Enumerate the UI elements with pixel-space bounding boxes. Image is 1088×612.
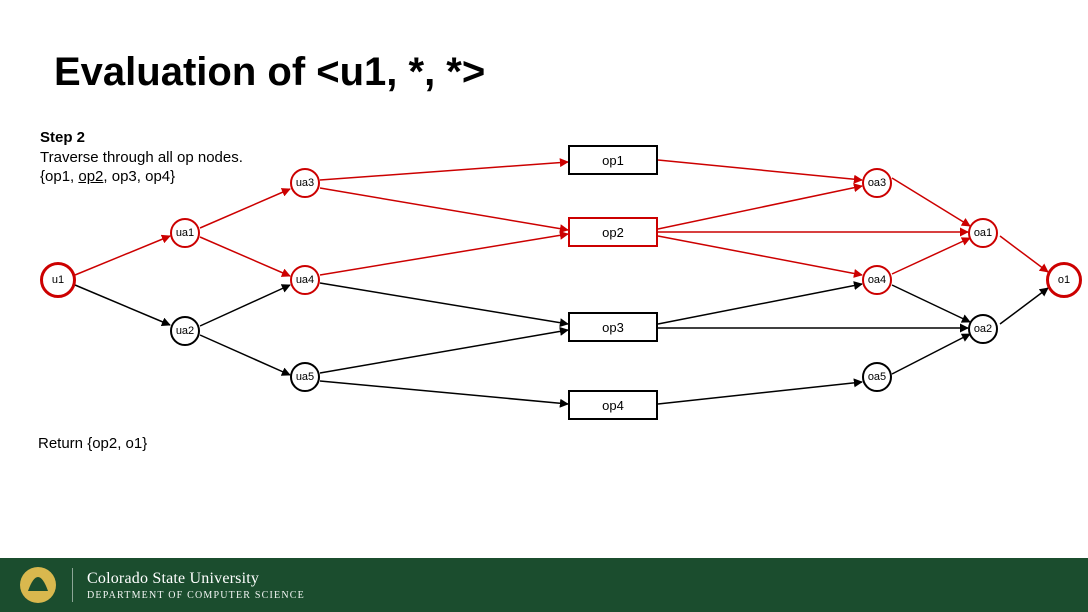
return-text: Return {op2, o1}: [38, 435, 147, 452]
node-oa1: oa1: [968, 218, 998, 248]
node-ua4: ua4: [290, 265, 320, 295]
node-op3: op3: [568, 312, 658, 342]
department-name: DEPARTMENT OF COMPUTER SCIENCE: [87, 590, 305, 601]
node-oa3: oa3: [862, 168, 892, 198]
footer: Colorado State University DEPARTMENT OF …: [0, 558, 1088, 612]
node-op1: op1: [568, 145, 658, 175]
slide: Evaluation of <u1, *, *> Step 2 Traverse…: [0, 0, 1088, 612]
step-description: Step 2 Traverse through all op nodes. {o…: [40, 128, 243, 187]
node-ua1: ua1: [170, 218, 200, 248]
step-heading: Step 2: [40, 128, 243, 148]
step-line-2-underlined: op2: [78, 168, 103, 185]
step-line-1: Traverse through all op nodes.: [40, 148, 243, 168]
node-o1: o1: [1046, 262, 1082, 298]
footer-separator: [72, 568, 73, 602]
page-title: Evaluation of <u1, *, *>: [54, 50, 485, 95]
university-name: Colorado State University: [87, 570, 305, 588]
node-oa4: oa4: [862, 265, 892, 295]
node-ua2: ua2: [170, 316, 200, 346]
step-line-2-prefix: {op1,: [40, 168, 78, 185]
node-op4: op4: [568, 390, 658, 420]
node-u1: u1: [40, 262, 76, 298]
node-oa2: oa2: [968, 314, 998, 344]
step-line-2: {op1, op2, op3, op4}: [40, 167, 243, 187]
step-line-2-suffix: , op3, op4}: [103, 168, 175, 185]
university-logo-icon: [18, 565, 58, 605]
node-ua3: ua3: [290, 168, 320, 198]
node-oa5: oa5: [862, 362, 892, 392]
node-ua5: ua5: [290, 362, 320, 392]
footer-text: Colorado State University DEPARTMENT OF …: [87, 570, 305, 601]
node-op2: op2: [568, 217, 658, 247]
